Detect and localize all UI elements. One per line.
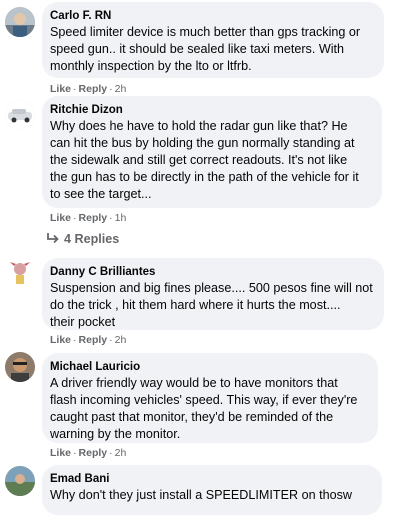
reply-button[interactable]: Reply [79, 212, 108, 224]
comment-text: A driver friendly way would be to have m… [50, 376, 358, 441]
view-replies-link[interactable]: 4 Replies [46, 231, 119, 247]
separator: · [73, 83, 77, 95]
comment-timestamp[interactable]: 1h [115, 212, 127, 224]
avatar[interactable] [5, 352, 35, 382]
comment-text: Why does he have to hold the radar gun l… [50, 119, 359, 201]
comment-text: Speed limiter device is much better than… [50, 25, 361, 73]
separator: · [73, 212, 77, 224]
avatar[interactable] [5, 257, 35, 287]
separator: · [109, 334, 113, 346]
like-button[interactable]: Like [50, 334, 71, 346]
separator: · [109, 447, 113, 459]
separator: · [73, 447, 77, 459]
comment-author[interactable]: Michael Lauricio [50, 360, 370, 374]
comment-actions: Like · Reply · 2h [50, 83, 126, 95]
avatar[interactable] [5, 100, 35, 130]
separator: · [109, 83, 113, 95]
comment-text: Suspension and big fines please.... 500 … [50, 281, 373, 329]
avatar-image [5, 7, 35, 37]
separator: · [73, 334, 77, 346]
comment-author[interactable]: Emad Bani [50, 472, 374, 486]
avatar[interactable] [5, 7, 35, 37]
comment-text: Why don't they just install a SPEEDLIMIT… [50, 488, 352, 502]
comment-bubble: Emad Bani Why don't they just install a … [42, 465, 382, 515]
reply-arrow-icon [47, 233, 59, 244]
comment-timestamp[interactable]: 2h [115, 447, 127, 459]
comment-actions: Like · Reply · 2h [50, 447, 126, 459]
comment-author[interactable]: Carlo F. RN [50, 9, 376, 23]
comment-timestamp[interactable]: 2h [115, 334, 127, 346]
avatar-image [5, 352, 35, 382]
comment-bubble: Danny C Brilliantes Suspension and big f… [42, 258, 384, 330]
comment-actions: Like · Reply · 1h [50, 212, 126, 224]
like-button[interactable]: Like [50, 212, 71, 224]
comment-timestamp[interactable]: 2h [115, 83, 127, 95]
comment-actions: Like · Reply · 2h [50, 334, 126, 346]
avatar[interactable] [5, 466, 35, 496]
like-button[interactable]: Like [50, 83, 71, 95]
comment-bubble: Ritchie Dizon Why does he have to hold t… [42, 96, 382, 208]
comment-bubble: Michael Lauricio A driver friendly way w… [42, 353, 378, 443]
reply-button[interactable]: Reply [79, 447, 108, 459]
replies-count-label: 4 Replies [64, 232, 120, 246]
avatar-image [5, 257, 35, 287]
separator: · [109, 212, 113, 224]
avatar-image [5, 466, 35, 496]
comment-bubble: Carlo F. RN Speed limiter device is much… [42, 2, 384, 78]
comment-author[interactable]: Danny C Brilliantes [50, 265, 376, 279]
like-button[interactable]: Like [50, 447, 71, 459]
comment-author[interactable]: Ritchie Dizon [50, 103, 374, 117]
avatar-image [5, 100, 35, 130]
reply-button[interactable]: Reply [79, 334, 108, 346]
reply-button[interactable]: Reply [79, 83, 108, 95]
